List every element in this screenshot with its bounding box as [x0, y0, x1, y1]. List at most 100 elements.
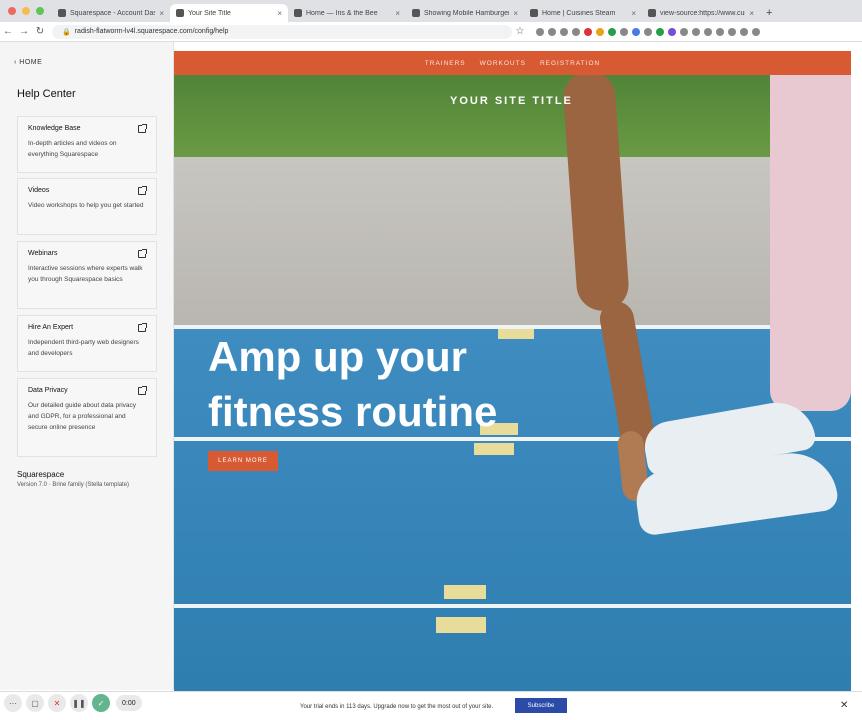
card-description: Independent third-party web designers an… [28, 339, 139, 357]
subscribe-button[interactable]: Subscribe [515, 698, 567, 713]
extension-icon[interactable] [668, 27, 676, 36]
help-card-hire-an-expert[interactable]: Hire An Expert Independent third-party w… [17, 315, 157, 372]
url-text: radish-flatworm-lv4l.squarespace.com/con… [74, 28, 229, 35]
help-card-knowledge-base[interactable]: Knowledge Base In-depth articles and vid… [17, 116, 157, 173]
browser-tab-bar: Squarespace - Account Dash × Your Site Ti… [0, 0, 862, 22]
extension-icon[interactable] [620, 27, 628, 36]
tab-label: Your Site Title [188, 9, 231, 17]
menu-kebab-icon[interactable] [752, 27, 760, 36]
pause-icon[interactable]: ❚❚ [70, 694, 88, 712]
card-title: Knowledge Base [28, 125, 81, 132]
minimize-window-button[interactable] [22, 7, 30, 15]
version-text: Version 7.0 · Brine family (Stella templ… [17, 482, 130, 488]
site-nav: TRAINERS WORKOUTS REGISTRATION [174, 51, 851, 75]
external-link-icon [138, 323, 147, 332]
extension-icon[interactable] [692, 27, 700, 36]
squarespace-favicon-icon [294, 9, 302, 17]
puzzle-extensions-icon[interactable] [716, 27, 724, 36]
extension-icon[interactable] [536, 27, 544, 36]
address-bar: ← → ↻ 🔒 radish-flatworm-lv4l.squarespace.… [0, 22, 862, 42]
squarespace-favicon-icon [58, 9, 66, 17]
browser-tab[interactable]: Squarespace - Account Dash × [52, 4, 170, 22]
extension-icon[interactable] [728, 27, 736, 36]
help-card-videos[interactable]: Videos Video workshops to help you get s… [17, 178, 157, 235]
browser-tab[interactable]: Home | Cuisines Steam × [524, 4, 642, 22]
zoom-window-button[interactable] [36, 7, 44, 15]
browser-tab-active[interactable]: Your Site Title × [170, 4, 288, 22]
extension-icon[interactable] [656, 27, 664, 36]
reload-icon[interactable]: ↻ [32, 26, 48, 37]
close-tab-icon[interactable]: × [631, 9, 636, 18]
recorder-controls: ⋯ ▢ ✕ ❚❚ ✓ 0:00 [4, 694, 142, 712]
close-tab-icon[interactable]: × [513, 9, 518, 18]
screen-icon[interactable]: ▢ [26, 694, 44, 712]
lane-mark [498, 329, 534, 339]
tab-label: view-source:https://www.cuisi [660, 9, 746, 17]
close-icon[interactable]: ✕ [840, 700, 848, 711]
site-preview[interactable]: TRAINERS WORKOUTS REGISTRATION YOUR SITE… [174, 51, 851, 691]
page-favicon-icon [648, 9, 656, 17]
extension-icon[interactable] [548, 27, 556, 36]
extension-icon[interactable] [704, 27, 712, 36]
back-home-label: HOME [19, 59, 43, 66]
hero-image-leg [770, 51, 851, 411]
extension-icon[interactable] [632, 27, 640, 36]
nav-link-trainers[interactable]: TRAINERS [425, 60, 466, 67]
back-home-link[interactable]: ‹ HOME [14, 59, 42, 66]
card-title: Hire An Expert [28, 324, 74, 331]
nav-link-workouts[interactable]: WORKOUTS [480, 60, 526, 67]
cancel-recording-icon[interactable]: ✕ [48, 694, 66, 712]
close-tab-icon[interactable]: × [277, 9, 282, 18]
extension-icon[interactable] [584, 27, 592, 36]
steam-favicon-icon [530, 9, 538, 17]
external-link-icon [138, 386, 147, 395]
browser-tab[interactable]: view-source:https://www.cuisi × [642, 4, 760, 22]
close-tab-icon[interactable]: × [749, 9, 754, 18]
extension-icon[interactable] [608, 27, 616, 36]
close-tab-icon[interactable]: × [395, 9, 400, 18]
avatar[interactable] [740, 27, 748, 36]
card-title: Videos [28, 187, 50, 194]
close-window-button[interactable] [8, 7, 16, 15]
extension-icon[interactable] [680, 27, 688, 36]
tab-label: Squarespace - Account Dash [70, 9, 156, 17]
star-bookmark-icon[interactable]: ☆ [512, 26, 528, 37]
window-controls [0, 7, 52, 22]
hero-image-concrete [174, 157, 851, 325]
forward-arrow-icon[interactable]: → [16, 26, 32, 37]
browser-tab[interactable]: Home — Iris & the Bee × [288, 4, 406, 22]
tab-label: Home — Iris & the Bee [306, 9, 378, 17]
external-link-icon [138, 124, 147, 133]
new-tab-button[interactable]: + [760, 7, 778, 22]
card-title: Data Privacy [28, 387, 68, 394]
site-title[interactable]: YOUR SITE TITLE [450, 95, 573, 107]
help-card-data-privacy[interactable]: Data Privacy Our detailed guide about da… [17, 378, 157, 457]
squarespace-favicon-icon [176, 9, 184, 17]
tab-label: Home | Cuisines Steam [542, 9, 616, 17]
card-description: In-depth articles and videos on everythi… [28, 140, 117, 158]
recording-timer: 0:00 [116, 695, 142, 711]
nav-link-registration[interactable]: REGISTRATION [540, 60, 600, 67]
browser-tab[interactable]: Showing Mobile Hamburger M × [406, 4, 524, 22]
learn-more-button[interactable]: LEARN MORE [208, 451, 278, 471]
more-options-icon[interactable]: ⋯ [4, 694, 22, 712]
squarespace-title: Squarespace [17, 470, 65, 479]
hero-heading-line: fitness routine [208, 388, 498, 435]
card-description: Interactive sessions where experts walk … [28, 265, 143, 283]
url-field[interactable]: 🔒 radish-flatworm-lv4l.squarespace.com/co… [52, 24, 512, 39]
extension-icon[interactable] [560, 27, 568, 36]
card-description: Our detailed guide about data privacy an… [28, 402, 137, 431]
help-card-webinars[interactable]: Webinars Interactive sessions where expe… [17, 241, 157, 309]
lane-mark [436, 617, 486, 633]
close-tab-icon[interactable]: × [159, 9, 164, 18]
external-link-icon [138, 186, 147, 195]
extension-icon[interactable] [572, 27, 580, 36]
back-arrow-icon[interactable]: ← [0, 26, 16, 37]
lock-icon: 🔒 [62, 28, 71, 36]
hero-heading-line: Amp up your [208, 333, 467, 380]
squarespace-favicon-icon [412, 9, 420, 17]
extension-icon[interactable] [596, 27, 604, 36]
check-icon[interactable]: ✓ [92, 694, 110, 712]
extension-icon[interactable] [644, 27, 652, 36]
lane-line [174, 604, 851, 608]
